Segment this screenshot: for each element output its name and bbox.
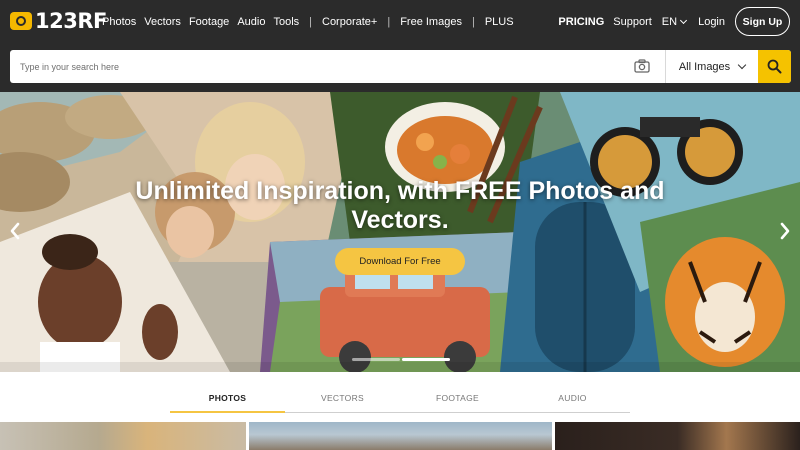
camera-logo-icon (10, 12, 32, 30)
hero-headline: Unlimited Inspiration, with FREE Photos … (135, 177, 665, 234)
nav-item-corporate[interactable]: Corporate+ (322, 16, 377, 28)
nav-separator: | (309, 16, 312, 28)
search-button[interactable] (758, 50, 791, 83)
chevron-down-icon (737, 60, 747, 69)
chevron-down-icon (680, 16, 688, 24)
language-selector[interactable]: EN (661, 15, 688, 28)
login-link[interactable]: Login (698, 16, 725, 28)
download-free-button[interactable]: Download For Free (335, 248, 465, 275)
chevron-right-icon (780, 222, 790, 240)
tab-photos[interactable]: PHOTOS (170, 383, 285, 413)
tab-footage[interactable]: FOOTAGE (400, 383, 515, 412)
account-nav: PRICING Support EN Login Sign Up (558, 7, 790, 36)
nav-item-tools[interactable]: Tools (273, 16, 299, 28)
nav-item-plus[interactable]: PLUS (485, 16, 514, 28)
nav-separator: | (387, 16, 391, 28)
carousel-dot-active[interactable] (402, 358, 450, 361)
nav-item-audio[interactable]: Audio (237, 16, 265, 28)
signup-button[interactable]: Sign Up (735, 7, 790, 36)
chevron-left-icon (10, 222, 20, 240)
main-nav: Photos Vectors Footage Audio Tools | Cor… (102, 13, 522, 31)
carousel-dot[interactable] (352, 358, 400, 361)
logo[interactable]: 123RF (10, 9, 107, 33)
language-label: EN (661, 15, 678, 28)
search-input[interactable] (10, 50, 660, 83)
gallery-thumbnail[interactable] (0, 422, 246, 450)
nav-item-footage[interactable]: Footage (189, 16, 229, 28)
nav-item-free-images[interactable]: Free Images (400, 16, 462, 28)
site-header: 123RF Photos Vectors Footage Audio Tools… (0, 0, 800, 92)
nav-item-photos[interactable]: Photos (102, 16, 136, 28)
tab-audio[interactable]: AUDIO (515, 383, 630, 412)
support-link[interactable]: Support (613, 16, 652, 28)
nav-item-vectors[interactable]: Vectors (144, 16, 181, 28)
camera-icon[interactable] (634, 59, 650, 73)
nav-separator: | (471, 16, 475, 28)
carousel-indicators (352, 358, 452, 361)
content-type-tabs: PHOTOS VECTORS FOOTAGE AUDIO (170, 383, 630, 413)
carousel-next-button[interactable] (774, 219, 796, 243)
pricing-link[interactable]: PRICING (558, 16, 604, 28)
gallery-thumbnail[interactable] (555, 422, 800, 450)
top-nav-bar: 123RF Photos Vectors Footage Audio Tools… (0, 0, 800, 44)
search-bar: All Images (10, 50, 791, 83)
search-icon (767, 59, 782, 74)
carousel-prev-button[interactable] (4, 219, 26, 243)
image-type-select[interactable]: All Images (666, 50, 758, 83)
hero-banner: Unlimited Inspiration, with FREE Photos … (0, 92, 800, 372)
gallery-thumbnail[interactable] (249, 422, 552, 450)
image-type-value: All Images (678, 60, 731, 73)
logo-text: 123RF (35, 9, 107, 33)
tab-vectors[interactable]: VECTORS (285, 383, 400, 412)
